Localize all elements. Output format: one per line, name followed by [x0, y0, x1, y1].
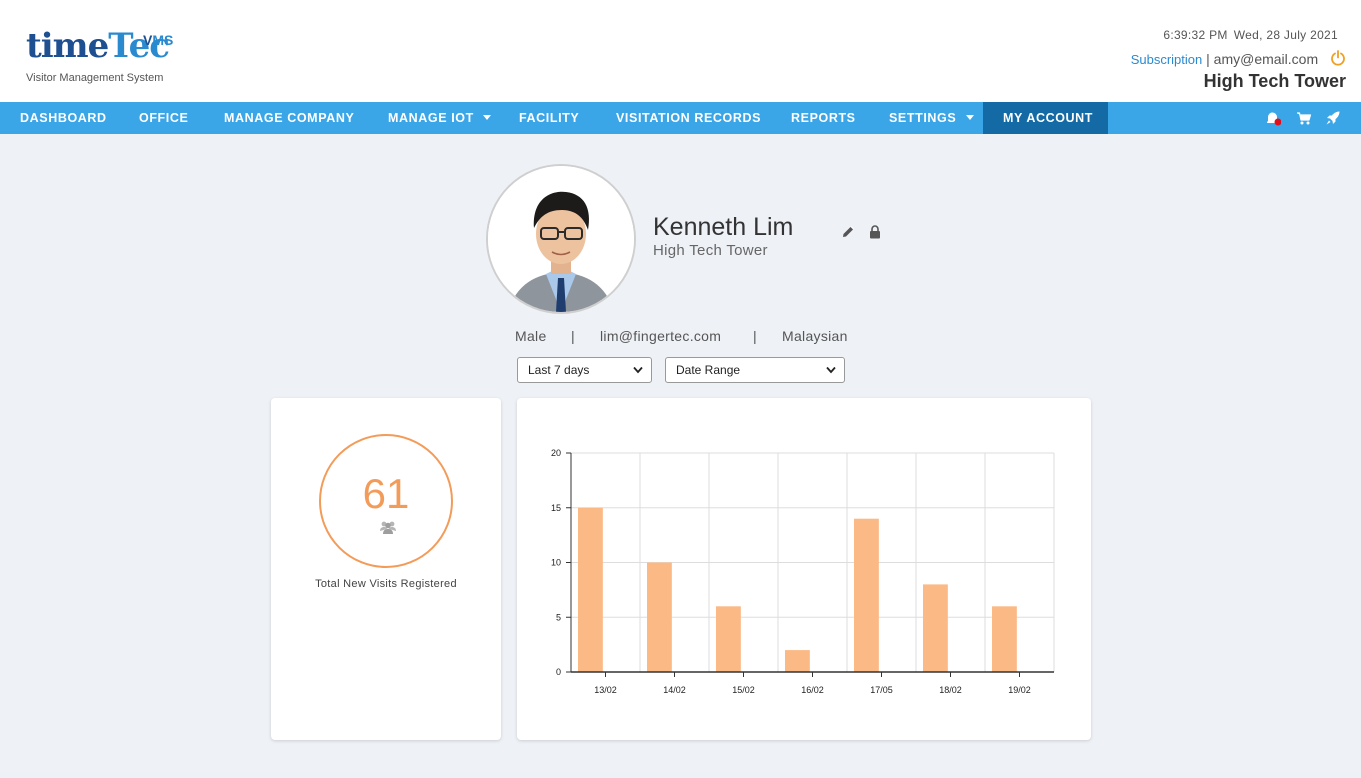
- manage-iot-chevron-down-icon[interactable]: [483, 115, 491, 120]
- timetec-logo[interactable]: timeTec VMS Visitor Management System: [26, 26, 176, 88]
- chart-bar: [785, 650, 810, 672]
- logo-subtitle: Visitor Management System: [26, 72, 164, 84]
- chart-bar: [716, 606, 741, 672]
- x-tick-label: 14/02: [663, 685, 686, 695]
- x-tick-label: 13/02: [594, 685, 617, 695]
- nav-reports[interactable]: REPORTS: [791, 102, 856, 134]
- nav-settings[interactable]: SETTINGS: [889, 102, 956, 134]
- chart-bar: [854, 518, 879, 672]
- chevron-down-icon: [826, 366, 836, 374]
- pencil-icon[interactable]: [841, 225, 855, 239]
- total-visits-circle: 61: [319, 434, 453, 568]
- date-range-select-value: Date Range: [676, 363, 741, 377]
- header: timeTec VMS Visitor Management System 6:…: [0, 0, 1361, 102]
- chart-bar: [578, 507, 603, 672]
- chart-bar: [923, 584, 948, 672]
- total-visits-label: Total New Visits Registered: [315, 578, 457, 590]
- chevron-down-icon: [633, 366, 643, 374]
- profile-gender: Male: [515, 328, 547, 344]
- building-name: High Tech Tower: [1203, 71, 1346, 91]
- notification-icon[interactable]: [1265, 110, 1281, 126]
- profile-name: Kenneth Lim: [653, 213, 794, 241]
- cart-icon[interactable]: [1296, 110, 1312, 126]
- y-tick-label: 5: [556, 612, 561, 622]
- users-group-icon: [380, 521, 396, 534]
- nav-manage-iot[interactable]: MANAGE IOT: [388, 102, 474, 134]
- account-line: Subscription | amy@email.com: [1131, 50, 1346, 68]
- y-tick-label: 0: [556, 667, 561, 677]
- info-separator: |: [571, 328, 575, 344]
- period-select[interactable]: Last 7 days: [517, 357, 652, 383]
- logo-vms: VMS: [143, 32, 174, 48]
- current-date: Wed, 28 July 2021: [1233, 28, 1338, 42]
- header-account-panel: 6:39:32 PM Wed, 28 July 2021 Subscription…: [1131, 27, 1346, 92]
- chart-bar: [992, 606, 1017, 672]
- nav-my-account[interactable]: MY ACCOUNT: [983, 102, 1108, 134]
- total-visits-card: 61 Total New Visits Registered: [271, 398, 501, 740]
- x-tick-label: 19/02: [1008, 685, 1031, 695]
- visits-bar-chart: 0 5 10 15 20 13/02 14/02 15/02 16/02 17/05 18/02 19…: [551, 448, 1055, 695]
- profile-organization: High Tech Tower: [653, 242, 768, 259]
- nav-manage-company[interactable]: MANAGE COMPANY: [224, 102, 354, 134]
- power-icon[interactable]: [1330, 50, 1346, 66]
- current-time: 6:39:32 PM: [1163, 28, 1228, 42]
- subscription-link[interactable]: Subscription: [1131, 52, 1203, 67]
- account-separator: |: [1206, 51, 1210, 67]
- rocket-icon[interactable]: [1325, 110, 1341, 126]
- profile-nationality: Malaysian: [782, 328, 848, 344]
- y-tick-label: 15: [551, 503, 561, 513]
- x-tick-label: 17/05: [870, 685, 893, 695]
- profile-photo: [488, 166, 634, 312]
- visits-chart-card: 0 5 10 15 20 13/02 14/02 15/02 16/02 17/05 18/02 19…: [517, 398, 1091, 740]
- settings-chevron-down-icon[interactable]: [966, 115, 974, 120]
- total-visits-value: 61: [362, 470, 410, 517]
- nav-dashboard[interactable]: DASHBOARD: [20, 102, 107, 134]
- info-separator: |: [753, 328, 757, 344]
- y-tick-label: 10: [551, 558, 561, 568]
- account-email: amy@email.com: [1213, 51, 1319, 67]
- x-tick-label: 16/02: [801, 685, 824, 695]
- nav-office[interactable]: OFFICE: [139, 102, 188, 134]
- profile-info-row: Male | lim@fingertec.com | Malaysian: [0, 328, 1361, 348]
- profile-email: lim@fingertec.com: [600, 328, 722, 344]
- avatar: [486, 164, 636, 314]
- current-datetime: 6:39:32 PM Wed, 28 July 2021: [1131, 27, 1338, 43]
- x-tick-label: 18/02: [939, 685, 962, 695]
- main-nav: DASHBOARD OFFICE MANAGE COMPANY MANAGE I…: [0, 102, 1361, 134]
- app-root: timeTec VMS Visitor Management System 6:…: [0, 0, 1361, 778]
- lock-icon[interactable]: [869, 225, 881, 239]
- y-tick-label: 20: [551, 448, 561, 458]
- chart-bar: [647, 562, 672, 672]
- period-select-value: Last 7 days: [528, 363, 590, 377]
- nav-facility[interactable]: FACILITY: [519, 102, 579, 134]
- nav-visitation-records[interactable]: VISITATION RECORDS: [616, 102, 761, 134]
- date-range-select[interactable]: Date Range: [665, 357, 845, 383]
- x-tick-label: 15/02: [732, 685, 755, 695]
